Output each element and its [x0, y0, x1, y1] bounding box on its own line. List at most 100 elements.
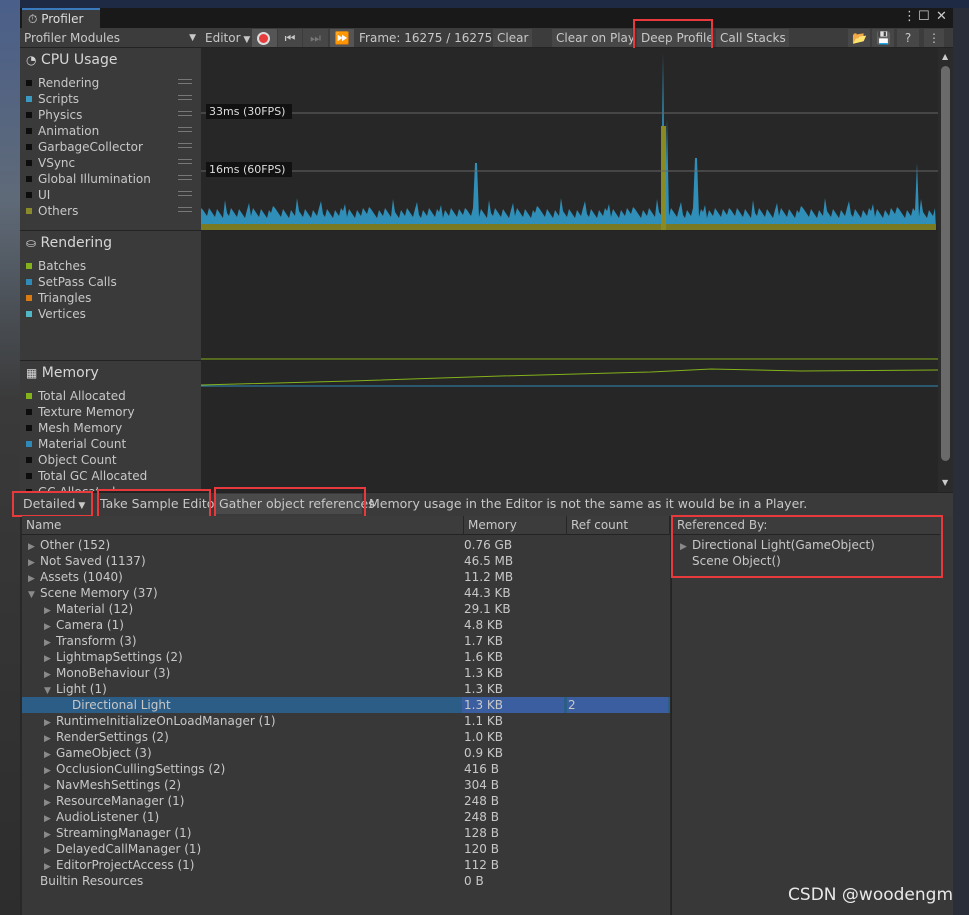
legend-item[interactable]: UI [26, 187, 196, 203]
deep-profile-toggle[interactable]: Deep Profile [637, 29, 714, 47]
editor-memory-notice: Memory usage in the Editor is not the sa… [369, 496, 808, 511]
gather-object-references-toggle[interactable]: Gather object references [216, 494, 375, 514]
legend-item[interactable]: Scripts [26, 91, 196, 107]
drag-handle-icon[interactable] [178, 111, 192, 116]
table-row[interactable]: ▶ AudioListener (1) 248 B [22, 809, 670, 825]
module-cpu-usage[interactable]: ◔ CPU Usage Rendering Scripts Physics Animat… [20, 48, 201, 231]
help-button[interactable]: ? [897, 29, 919, 47]
table-row[interactable]: ▶ LightmapSettings (2) 1.6 KB [22, 649, 670, 665]
charts-area: 33ms (30FPS) 16ms (60FPS) [201, 48, 938, 492]
target-dropdown[interactable]: Editor ▼ [201, 29, 251, 47]
drag-handle-icon[interactable] [178, 159, 192, 164]
row-memory: 44.3 KB [464, 586, 511, 600]
table-row[interactable]: ▶ StreamingManager (1) 128 B [22, 825, 670, 841]
scrollbar-thumb[interactable] [941, 66, 950, 461]
drag-handle-icon[interactable] [178, 175, 192, 180]
table-row[interactable]: ▶ MonoBehaviour (3) 1.3 KB [22, 665, 670, 681]
table-row[interactable]: Directional Light 1.3 KB 2 [22, 697, 670, 713]
view-mode-dropdown[interactable]: Detailed ▼ [20, 494, 92, 514]
table-row[interactable]: ▶ NavMeshSettings (2) 304 B [22, 777, 670, 793]
fps-marker-label: 16ms (60FPS) [209, 163, 285, 176]
series-color-swatch [26, 295, 32, 301]
close-icon[interactable]: ✕ [936, 9, 947, 24]
legend-item[interactable]: Rendering [26, 75, 196, 91]
folder-open-icon: 📂 [852, 31, 867, 45]
table-row[interactable]: ▶ OcclusionCullingSettings (2) 416 B [22, 761, 670, 777]
vertical-scrollbar[interactable]: ▲ ▼ [938, 48, 953, 492]
tab-bar [20, 8, 953, 28]
clear-button[interactable]: Clear [493, 29, 532, 47]
kebab-icon[interactable]: ⋮ [903, 9, 916, 24]
call-stacks-toggle[interactable]: Call Stacks [716, 29, 789, 47]
table-row[interactable]: Builtin Resources 0 B [22, 873, 670, 889]
legend-item[interactable]: Vertices [26, 306, 196, 322]
series-color-swatch [26, 457, 32, 463]
drag-handle-icon[interactable] [178, 143, 192, 148]
column-header-name[interactable]: Name [22, 516, 464, 535]
table-row[interactable]: ▶ ResourceManager (1) 248 B [22, 793, 670, 809]
legend-item[interactable]: GC Allocated [26, 484, 196, 491]
module-memory[interactable]: ▦ Memory Total Allocated Texture Memory Mes… [20, 361, 201, 492]
drag-handle-icon[interactable] [178, 207, 192, 212]
tab-profiler[interactable]: ⏱ Profiler [22, 8, 100, 28]
load-button[interactable]: 📂 [848, 29, 870, 47]
next-frame-button[interactable]: ⏭ [303, 29, 328, 47]
legend-item[interactable]: Animation [26, 123, 196, 139]
table-row[interactable]: ▶ GameObject (3) 0.9 KB [22, 745, 670, 761]
reference-item[interactable]: Scene Object() [692, 553, 781, 569]
legend-item[interactable]: GarbageCollector [26, 139, 196, 155]
row-name: LightmapSettings (2) [56, 650, 183, 664]
drag-handle-icon[interactable] [178, 95, 192, 100]
table-row[interactable]: ▼ Light (1) 1.3 KB [22, 681, 670, 697]
table-row[interactable]: ▶ Assets (1040) 11.2 MB [22, 569, 670, 585]
legend-item[interactable]: SetPass Calls [26, 274, 196, 290]
more-options-button[interactable]: ⋮ [924, 29, 944, 47]
scroll-down-icon[interactable]: ▼ [942, 478, 948, 487]
legend-item[interactable]: Object Count [26, 452, 196, 468]
table-row[interactable]: ▶ Not Saved (1137) 46.5 MB [22, 553, 670, 569]
save-button[interactable]: 💾 [872, 29, 894, 47]
drag-handle-icon[interactable] [178, 127, 192, 132]
table-row[interactable]: ▶ EditorProjectAccess (1) 112 B [22, 857, 670, 873]
table-row[interactable]: ▶ Camera (1) 4.8 KB [22, 617, 670, 633]
table-row[interactable]: ▼ Scene Memory (37) 44.3 KB [22, 585, 670, 601]
module-rendering[interactable]: ⛀ Rendering Batches SetPass Calls Triangles… [20, 231, 201, 361]
legend-item[interactable]: Batches [26, 258, 196, 274]
legend-item[interactable]: Texture Memory [26, 404, 196, 420]
table-row[interactable]: ▶ Other (152) 0.76 GB [22, 537, 670, 553]
legend-item[interactable]: Mesh Memory [26, 420, 196, 436]
kebab-icon: ⋮ [928, 31, 940, 45]
table-row[interactable]: ▶ Material (12) 29.1 KB [22, 601, 670, 617]
legend-item[interactable]: Triangles [26, 290, 196, 306]
cpu-icon: ◔ [26, 53, 37, 67]
module-title: Rendering [40, 235, 113, 251]
clear-on-play-toggle[interactable]: Clear on Play [552, 29, 635, 47]
previous-frame-button[interactable]: ⏮ [278, 29, 302, 47]
take-sample-button[interactable]: Take Sample Editor [97, 494, 220, 514]
legend-item[interactable]: Global Illumination [26, 171, 196, 187]
table-row[interactable]: ▶ RenderSettings (2) 1.0 KB [22, 729, 670, 745]
legend-item[interactable]: Total GC Allocated [26, 468, 196, 484]
legend-item[interactable]: VSync [26, 155, 196, 171]
drag-handle-icon[interactable] [178, 191, 192, 196]
row-name: Light (1) [56, 682, 107, 696]
table-row[interactable]: ▶ RuntimeInitializeOnLoadManager (1) 1.1 K… [22, 713, 670, 729]
profiler-modules-dropdown[interactable]: Profiler Modules ▼ [20, 29, 201, 47]
maximize-icon[interactable]: ☐ [918, 9, 930, 24]
drag-handle-icon[interactable] [178, 79, 192, 84]
legend-item[interactable]: Material Count [26, 436, 196, 452]
current-frame-button[interactable]: ⏩ [330, 29, 354, 47]
row-name: DelayedCallManager (1) [56, 842, 202, 856]
expand-triangle-icon[interactable]: ▶ [680, 539, 692, 555]
tab-label: Profiler [41, 12, 84, 26]
column-header-memory[interactable]: Memory [464, 516, 567, 535]
legend-item[interactable]: Total Allocated [26, 388, 196, 404]
table-row[interactable]: ▶ Transform (3) 1.7 KB [22, 633, 670, 649]
table-row[interactable]: ▶ DelayedCallManager (1) 120 B [22, 841, 670, 857]
legend-item[interactable]: Others [26, 203, 196, 219]
record-button[interactable] [252, 29, 277, 47]
series-color-swatch [26, 112, 32, 118]
legend-item[interactable]: Physics [26, 107, 196, 123]
scroll-up-icon[interactable]: ▲ [942, 52, 948, 61]
column-header-ref-count[interactable]: Ref count [567, 516, 670, 535]
